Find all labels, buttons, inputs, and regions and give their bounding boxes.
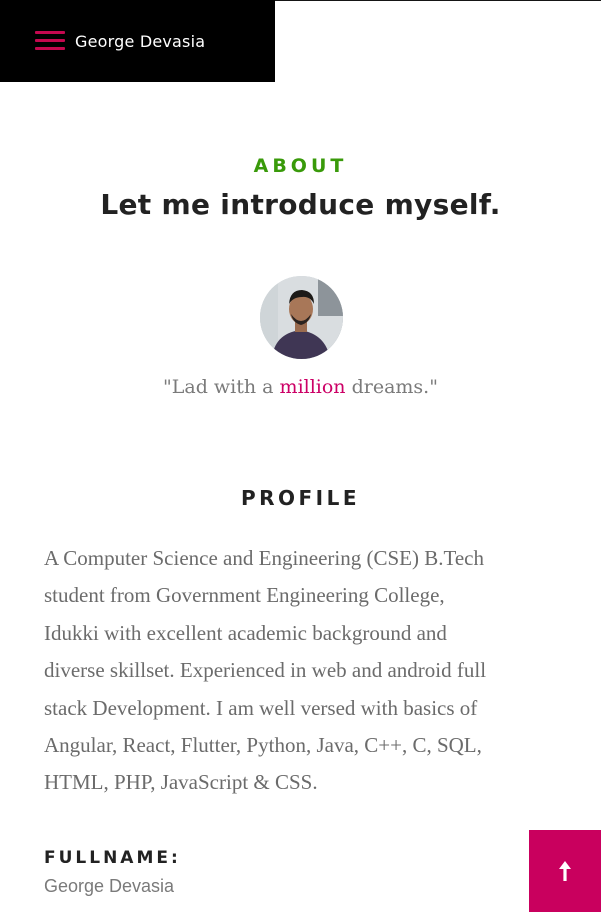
scroll-to-top-button[interactable] [529,830,601,912]
profile-avatar [260,276,343,359]
profile-line: stack Development. I am well versed with… [44,695,478,720]
quote: "Lad with a million dreams." [0,376,601,398]
profile-line: Angular, React, Flutter, Python, Java, C… [44,733,482,758]
fullname-value: George Devasia [44,876,175,896]
profile-description: A Computer Science and Engineering (CSE)… [44,540,572,802]
profile-line: diverse skillset. Experienced in web and… [44,658,487,683]
about-eyebrow: ABOUT [253,155,348,177]
brand-name[interactable]: George Devasia [75,32,205,51]
hamburger-menu-icon[interactable] [35,29,65,53]
fullname-label: FULLNAME: [44,848,181,868]
profile-line: HTML, PHP, JavaScript & CSS. [44,770,318,795]
profile-title: PROFILE [240,486,361,510]
avatar-image [260,276,343,359]
header-bar: George Devasia [0,0,275,82]
quote-suffix: dreams." [345,376,438,398]
quote-prefix: "Lad with a [163,376,280,398]
profile-line: student from Government Engineering Coll… [44,583,445,608]
about-title: Let me introduce myself. [100,188,501,221]
profile-line: A Computer Science and Engineering (CSE)… [44,546,485,570]
top-divider [275,0,601,1]
arrow-up-icon [559,861,571,881]
profile-line: Idukki with excellent academic backgroun… [44,620,447,645]
page: George Devasia ABOUT Let me introduce my… [0,0,601,912]
quote-highlight: million [279,376,346,398]
